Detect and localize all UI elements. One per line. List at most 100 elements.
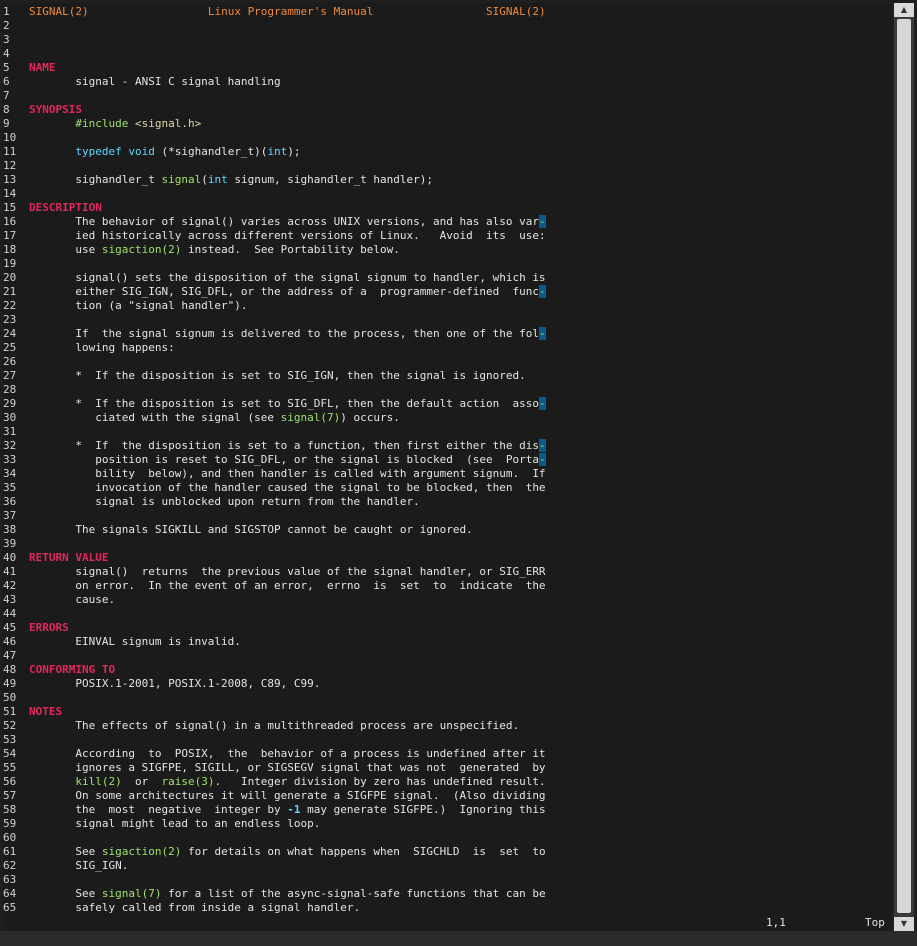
buffer-line[interactable]: 44 bbox=[3, 607, 883, 621]
line-number: 63 bbox=[3, 873, 17, 886]
ref-token: raise(3) bbox=[161, 775, 215, 788]
buffer-line[interactable]: 54 According to POSIX, the behavior of a… bbox=[3, 747, 883, 761]
line-number: 18 bbox=[3, 243, 17, 256]
buffer-line[interactable]: 55 ignores a SIGFPE, SIGILL, or SIGSEGV … bbox=[3, 761, 883, 775]
buffer-line[interactable]: 49 POSIX.1-2001, POSIX.1-2008, C89, C99. bbox=[3, 677, 883, 691]
buffer-line[interactable]: 45 ERRORS bbox=[3, 621, 883, 635]
buffer-line[interactable]: 29 * If the disposition is set to SIG_DF… bbox=[3, 397, 883, 411]
buffer-line[interactable]: 56 kill(2) or raise(3). Integer division… bbox=[3, 775, 883, 789]
buffer-line[interactable]: 21 either SIG_IGN, SIG_DFL, or the addre… bbox=[3, 285, 883, 299]
buffer-line[interactable]: 17 ied historically across different ver… bbox=[3, 229, 883, 243]
buffer-line[interactable]: 8 SYNOPSIS bbox=[3, 103, 883, 117]
buffer-line[interactable]: 4 bbox=[3, 47, 883, 61]
buffer-line[interactable]: 26 bbox=[3, 355, 883, 369]
buffer-line[interactable]: 43 cause. bbox=[3, 593, 883, 607]
buffer-line[interactable]: 41 signal() returns the previous value o… bbox=[3, 565, 883, 579]
buffer-line[interactable]: 38 The signals SIGKILL and SIGSTOP canno… bbox=[3, 523, 883, 537]
buffer-line[interactable]: 2 bbox=[3, 19, 883, 33]
buffer-line[interactable]: 34 bility below), and then handler is ca… bbox=[3, 467, 883, 481]
str-token: <signal.h> bbox=[134, 117, 202, 130]
scroll-down-button[interactable]: ▼ bbox=[894, 917, 914, 931]
buffer-line[interactable]: 51 NOTES bbox=[3, 705, 883, 719]
buffer-line[interactable]: 39 bbox=[3, 537, 883, 551]
type-token: int bbox=[267, 145, 288, 158]
line-number: 61 bbox=[3, 845, 17, 858]
line-text: signal - ANSI C signal handling bbox=[29, 75, 281, 88]
buffer-line[interactable]: 33 position is reset to SIG_DFL, or the … bbox=[3, 453, 883, 467]
buffer-line[interactable]: 40 RETURN VALUE bbox=[3, 551, 883, 565]
buffer-line[interactable]: 5 NAME bbox=[3, 61, 883, 75]
buffer-line[interactable]: 19 bbox=[3, 257, 883, 271]
buffer-line[interactable]: 58 the most negative integer by -1 may g… bbox=[3, 803, 883, 817]
line-number: 39 bbox=[3, 537, 17, 550]
buffer-line[interactable]: 50 bbox=[3, 691, 883, 705]
buffer-line[interactable]: 31 bbox=[3, 425, 883, 439]
buffer-line[interactable]: 37 bbox=[3, 509, 883, 523]
buffer-line[interactable]: 10 bbox=[3, 131, 883, 145]
buffer-line[interactable]: 57 On some architectures it will generat… bbox=[3, 789, 883, 803]
buffer-line[interactable]: 28 bbox=[3, 383, 883, 397]
buffer-line[interactable]: 16 The behavior of signal() varies acros… bbox=[3, 215, 883, 229]
line-text: either SIG_IGN, SIG_DFL, or the address … bbox=[29, 285, 539, 298]
scrollbar-thumb[interactable] bbox=[897, 19, 911, 913]
type-token: int bbox=[207, 173, 228, 186]
line-text: According to POSIX, the behavior of a pr… bbox=[29, 747, 546, 760]
buffer-line[interactable]: 65 safely called from inside a signal ha… bbox=[3, 901, 883, 915]
hyph-token: - bbox=[538, 397, 546, 410]
buffer-line[interactable]: 47 bbox=[3, 649, 883, 663]
buffer-line[interactable]: 20 signal() sets the disposition of the … bbox=[3, 271, 883, 285]
line-number: 41 bbox=[3, 565, 17, 578]
line-number: 54 bbox=[3, 747, 17, 760]
buffer-line[interactable]: 30 ciated with the signal (see signal(7)… bbox=[3, 411, 883, 425]
vim-editor-pane[interactable]: 1 SIGNAL(2) Linux Programmer's Manual SIG… bbox=[3, 3, 892, 931]
buffer-line[interactable]: 12 bbox=[3, 159, 883, 173]
buffer-line[interactable]: 22 tion (a "signal handler"). bbox=[3, 299, 883, 313]
buffer-line[interactable]: 36 signal is unblocked upon return from … bbox=[3, 495, 883, 509]
buffer-line[interactable]: 64 See signal(7) for a list of the async… bbox=[3, 887, 883, 901]
buffer-line[interactable]: 7 bbox=[3, 89, 883, 103]
buffer-line[interactable]: 14 bbox=[3, 187, 883, 201]
buffer-line[interactable]: 60 bbox=[3, 831, 883, 845]
buffer-line[interactable]: 25 lowing happens: bbox=[3, 341, 883, 355]
buffer-line[interactable]: 53 bbox=[3, 733, 883, 747]
line-number: 25 bbox=[3, 341, 17, 354]
buffer-line[interactable]: 42 on error. In the event of an error, e… bbox=[3, 579, 883, 593]
buffer-line[interactable]: 3 bbox=[3, 33, 883, 47]
manpage-buffer[interactable]: 1 SIGNAL(2) Linux Programmer's Manual SIG… bbox=[3, 5, 883, 915]
line-number: 44 bbox=[3, 607, 17, 620]
buffer-line[interactable]: 61 See sigaction(2) for details on what … bbox=[3, 845, 883, 859]
scroll-up-button[interactable]: ▲ bbox=[894, 3, 914, 17]
line-text: for details on what happens when SIGCHLD… bbox=[181, 845, 546, 858]
buffer-line[interactable]: 9 #include <signal.h> bbox=[3, 117, 883, 131]
buffer-line[interactable]: 63 bbox=[3, 873, 883, 887]
line-text: ); bbox=[287, 145, 301, 158]
line-text: signal() returns the previous value of t… bbox=[29, 565, 546, 578]
line-number: 31 bbox=[3, 425, 17, 438]
buffer-line[interactable]: 59 signal might lead to an endless loop. bbox=[3, 817, 883, 831]
buffer-line[interactable]: 32 * If the disposition is set to a func… bbox=[3, 439, 883, 453]
line-number: 42 bbox=[3, 579, 17, 592]
buffer-line[interactable]: 6 signal - ANSI C signal handling bbox=[3, 75, 883, 89]
line-number: 14 bbox=[3, 187, 17, 200]
buffer-line[interactable]: 48 CONFORMING TO bbox=[3, 663, 883, 677]
buffer-line[interactable]: 24 If the signal signum is delivered to … bbox=[3, 327, 883, 341]
buffer-line[interactable]: 18 use sigaction(2) instead. See Portabi… bbox=[3, 243, 883, 257]
buffer-line[interactable]: 23 bbox=[3, 313, 883, 327]
buffer-line[interactable]: 13 sighandler_t signal(int signum, sigha… bbox=[3, 173, 883, 187]
section-token: NAME bbox=[29, 61, 56, 74]
vertical-scrollbar[interactable]: ▲ ▼ bbox=[894, 3, 914, 931]
buffer-line[interactable]: 52 The effects of signal() in a multithr… bbox=[3, 719, 883, 733]
buffer-line[interactable]: 11 typedef void (*sighandler_t)(int); bbox=[3, 145, 883, 159]
buffer-line[interactable]: 46 EINVAL signum is invalid. bbox=[3, 635, 883, 649]
buffer-line[interactable]: 1 SIGNAL(2) Linux Programmer's Manual SIG… bbox=[3, 5, 883, 19]
line-text: the most negative integer by bbox=[29, 803, 288, 816]
line-text: position is reset to SIG_DFL, or the sig… bbox=[29, 453, 539, 466]
line-number: 35 bbox=[3, 481, 17, 494]
buffer-line[interactable]: 27 * If the disposition is set to SIG_IG… bbox=[3, 369, 883, 383]
buffer-line[interactable]: 15 DESCRIPTION bbox=[3, 201, 883, 215]
line-text: ) occurs. bbox=[340, 411, 400, 424]
line-text: The signals SIGKILL and SIGSTOP cannot b… bbox=[29, 523, 473, 536]
buffer-line[interactable]: 62 SIG_IGN. bbox=[3, 859, 883, 873]
buffer-line[interactable]: 35 invocation of the handler caused the … bbox=[3, 481, 883, 495]
cursor-position: 1,1 bbox=[766, 916, 786, 929]
